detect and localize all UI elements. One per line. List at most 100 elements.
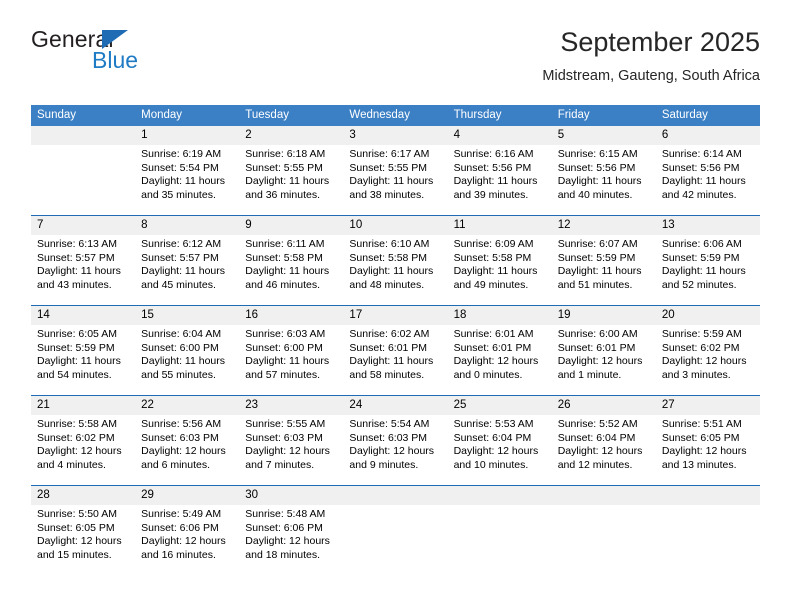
day-number[interactable]: 27: [656, 396, 760, 415]
day-detail-line: Sunrise: 6:13 AM: [37, 238, 117, 250]
weekday-header-thursday: Thursday: [453, 109, 502, 121]
day-detail-line: Daylight: 11 hours: [141, 175, 225, 188]
day-cell[interactable]: Sunrise: 6:14 AM Sunset: 5:56 PM Daylight:…: [656, 145, 760, 215]
day-detail-line: and 16 minutes.: [141, 548, 216, 561]
weekday-header-tuesday: Tuesday: [245, 109, 289, 121]
day-detail-line: Daylight: 12 hours: [661, 445, 747, 458]
day-cell[interactable]: Sunrise: 6:15 AM Sunset: 5:56 PM Daylight:…: [552, 145, 656, 215]
day-detail-line: Sunrise: 6:14 AM: [661, 148, 742, 160]
day-number[interactable]: 12: [552, 216, 656, 235]
day-detail-line: Sunset: 5:56 PM: [557, 161, 636, 174]
day-cell[interactable]: Sunrise: 5:52 AM Sunset: 6:04 PM Daylight:…: [552, 415, 656, 485]
day-number[interactable]: 17: [343, 306, 447, 325]
day-detail-line: Daylight: 11 hours: [349, 355, 434, 368]
day-number[interactable]: 28: [31, 486, 135, 505]
day-cell[interactable]: Sunrise: 6:17 AM Sunset: 5:55 PM Daylight:…: [343, 145, 447, 215]
day-cell[interactable]: Sunrise: 5:55 AM Sunset: 6:03 PM Daylight:…: [239, 415, 343, 485]
day-cell[interactable]: Sunrise: 5:51 AM Sunset: 6:05 PM Daylight:…: [656, 415, 760, 485]
day-detail-line: Sunrise: 5:48 AM: [245, 508, 326, 520]
day-detail-line: Sunset: 6:03 PM: [245, 431, 323, 444]
day-number[interactable]: 24: [343, 396, 447, 415]
day-number[interactable]: 26: [552, 396, 656, 415]
day-cell[interactable]: Sunrise: 6:03 AM Sunset: 6:00 PM Daylight:…: [239, 325, 343, 395]
day-number[interactable]: 21: [31, 396, 135, 415]
day-number[interactable]: 7: [31, 216, 135, 235]
day-detail-line: Daylight: 11 hours: [557, 175, 642, 188]
day-cell-empty: [31, 145, 135, 215]
day-cell[interactable]: Sunrise: 6:00 AM Sunset: 6:01 PM Daylight:…: [552, 325, 656, 395]
day-number[interactable]: 30: [239, 486, 343, 505]
day-number[interactable]: 20: [656, 306, 760, 325]
day-detail-line: Sunrise: 6:18 AM: [245, 148, 326, 160]
day-cell[interactable]: Sunrise: 5:59 AM Sunset: 6:02 PM Daylight:…: [656, 325, 760, 395]
day-cell[interactable]: Sunrise: 6:06 AM Sunset: 5:59 PM Daylight:…: [656, 235, 760, 305]
day-cell[interactable]: Sunrise: 6:01 AM Sunset: 6:01 PM Daylight:…: [448, 325, 552, 395]
day-number[interactable]: 9: [239, 216, 343, 235]
day-cell[interactable]: Sunrise: 6:02 AM Sunset: 6:01 PM Daylight:…: [343, 325, 447, 395]
day-detail-line: and 15 minutes.: [37, 548, 112, 561]
weekday-header-row: Sunday Monday Tuesday Wednesday Thursday Frid…: [31, 105, 760, 126]
day-cell[interactable]: Sunrise: 5:58 AM Sunset: 6:02 PM Daylight:…: [31, 415, 135, 485]
day-cell[interactable]: Sunrise: 5:50 AM Sunset: 6:05 PM Daylight:…: [31, 505, 135, 575]
day-number[interactable]: 25: [448, 396, 552, 415]
day-number[interactable]: 19: [552, 306, 656, 325]
day-cell[interactable]: Sunrise: 5:48 AM Sunset: 6:06 PM Daylight:…: [239, 505, 343, 575]
day-detail-line: and 35 minutes.: [141, 188, 216, 201]
brand-logo[interactable]: General Blue: [31, 26, 261, 88]
day-detail-line: and 36 minutes.: [245, 188, 320, 201]
day-cell[interactable]: Sunrise: 5:56 AM Sunset: 6:03 PM Daylight:…: [135, 415, 239, 485]
day-cell[interactable]: Sunrise: 5:53 AM Sunset: 6:04 PM Daylight:…: [448, 415, 552, 485]
day-cell[interactable]: Sunrise: 6:16 AM Sunset: 5:56 PM Daylight:…: [448, 145, 552, 215]
day-number[interactable]: 2: [239, 126, 343, 145]
day-detail-line: Sunset: 6:04 PM: [453, 431, 532, 444]
day-cell[interactable]: Sunrise: 6:04 AM Sunset: 6:00 PM Daylight:…: [135, 325, 239, 395]
day-cell[interactable]: Sunrise: 6:11 AM Sunset: 5:58 PM Daylight:…: [239, 235, 343, 305]
day-cell[interactable]: Sunrise: 6:13 AM Sunset: 5:57 PM Daylight:…: [31, 235, 135, 305]
day-detail-line: and 38 minutes.: [349, 188, 425, 201]
day-cell[interactable]: Sunrise: 6:18 AM Sunset: 5:55 PM Daylight:…: [239, 145, 343, 215]
day-detail-line: Sunset: 6:02 PM: [37, 431, 115, 444]
day-number[interactable]: 1: [135, 126, 239, 145]
day-detail-line: Sunrise: 6:09 AM: [453, 238, 534, 250]
day-detail-line: Sunset: 5:55 PM: [245, 161, 323, 174]
day-number[interactable]: 18: [448, 306, 552, 325]
day-detail-line: and 45 minutes.: [141, 278, 216, 291]
day-cell[interactable]: Sunrise: 5:49 AM Sunset: 6:06 PM Daylight:…: [135, 505, 239, 575]
day-cell[interactable]: Sunrise: 5:54 AM Sunset: 6:03 PM Daylight:…: [343, 415, 447, 485]
week-detail-row: Sunrise: 6:13 AM Sunset: 5:57 PM Daylight:…: [31, 235, 760, 305]
day-number[interactable]: 29: [135, 486, 239, 505]
day-number[interactable]: 10: [343, 216, 447, 235]
weekday-header-saturday: Saturday: [661, 109, 708, 121]
week-daynumber-row: 7 8 9 10 11 12 13: [31, 216, 760, 235]
day-detail-line: Sunrise: 6:17 AM: [349, 148, 430, 160]
calendar-grid: Sunday Monday Tuesday Wednesday Thursday Frid…: [31, 105, 760, 575]
day-detail-line: Daylight: 12 hours: [37, 535, 122, 548]
day-number[interactable]: 23: [239, 396, 343, 415]
day-cell[interactable]: Sunrise: 6:12 AM Sunset: 5:57 PM Daylight:…: [135, 235, 239, 305]
day-detail-line: Sunrise: 6:11 AM: [245, 238, 325, 250]
day-cell[interactable]: Sunrise: 6:09 AM Sunset: 5:58 PM Daylight:…: [448, 235, 552, 305]
day-number[interactable]: 16: [239, 306, 343, 325]
day-number[interactable]: 6: [656, 126, 760, 145]
day-detail-line: Daylight: 11 hours: [453, 265, 538, 278]
day-detail-line: Sunset: 5:58 PM: [453, 251, 532, 264]
day-cell[interactable]: Sunrise: 6:07 AM Sunset: 5:59 PM Daylight:…: [552, 235, 656, 305]
day-number[interactable]: 11: [448, 216, 552, 235]
day-cell[interactable]: Sunrise: 6:10 AM Sunset: 5:58 PM Daylight:…: [343, 235, 447, 305]
day-number[interactable]: 22: [135, 396, 239, 415]
day-number[interactable]: 15: [135, 306, 239, 325]
day-number[interactable]: 3: [343, 126, 447, 145]
day-number[interactable]: 14: [31, 306, 135, 325]
page-title: September 2025: [560, 27, 760, 57]
day-number[interactable]: 5: [552, 126, 656, 145]
day-number[interactable]: 13: [656, 216, 760, 235]
calendar-page: General Blue September 2025 Midstream, G…: [0, 0, 792, 612]
day-detail-line: Sunset: 5:59 PM: [37, 341, 115, 354]
day-detail-line: Sunset: 5:58 PM: [245, 251, 323, 264]
day-detail-line: Sunset: 6:03 PM: [349, 431, 428, 444]
day-number[interactable]: 8: [135, 216, 239, 235]
weekday-header-wednesday: Wednesday: [349, 109, 410, 121]
day-number[interactable]: 4: [448, 126, 552, 145]
day-cell[interactable]: Sunrise: 6:19 AM Sunset: 5:54 PM Daylight:…: [135, 145, 239, 215]
day-cell[interactable]: Sunrise: 6:05 AM Sunset: 5:59 PM Daylight:…: [31, 325, 135, 395]
